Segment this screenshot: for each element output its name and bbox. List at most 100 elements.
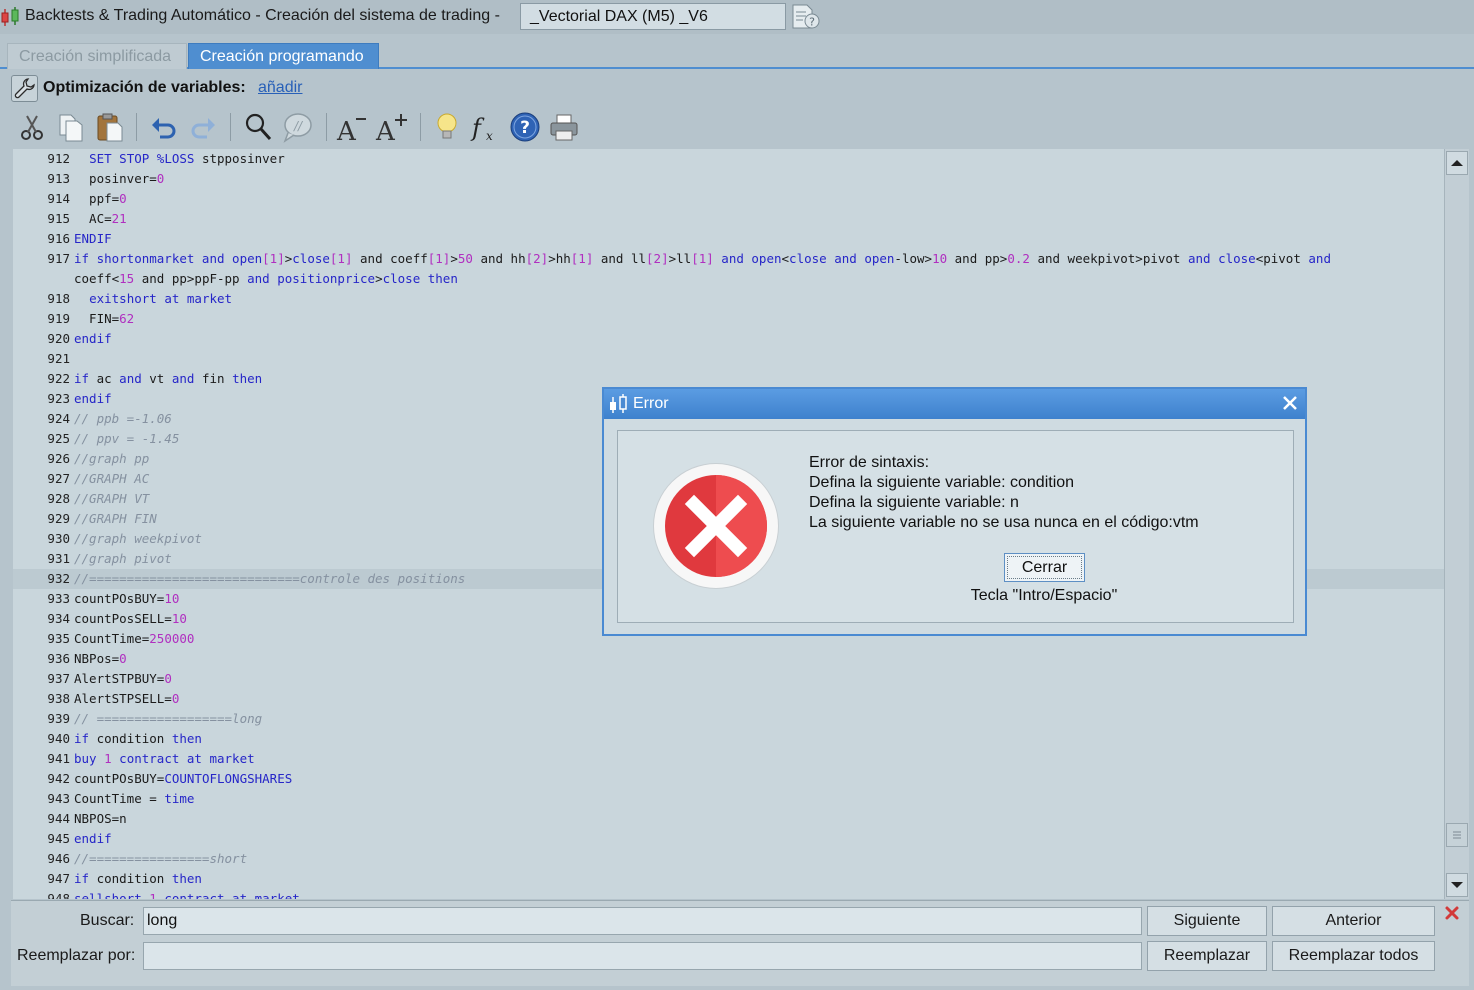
search-icon[interactable] bbox=[242, 111, 274, 143]
code-line[interactable]: if shortonmarket and open[1]>close[1] an… bbox=[74, 249, 1331, 269]
code-line[interactable]: countPosSELL=10 bbox=[74, 609, 187, 629]
document-help-icon[interactable]: ? bbox=[791, 3, 821, 31]
window-title: Backtests & Trading Automático - Creació… bbox=[25, 7, 500, 24]
code-line[interactable]: endif bbox=[74, 389, 112, 409]
code-line[interactable]: //============================controle d… bbox=[74, 569, 465, 589]
find-label: Buscar: bbox=[80, 912, 135, 929]
vertical-scrollbar[interactable] bbox=[1444, 149, 1469, 899]
redo-icon[interactable] bbox=[187, 111, 219, 143]
find-input[interactable]: long bbox=[143, 907, 1142, 935]
replace-button[interactable]: Reemplazar bbox=[1147, 941, 1267, 971]
find-next-button[interactable]: Siguiente bbox=[1147, 906, 1267, 936]
print-icon[interactable] bbox=[548, 111, 580, 143]
close-dialog-button[interactable]: Cerrar bbox=[1004, 553, 1085, 582]
system-name-field[interactable]: _Vectorial DAX (M5) _V6 bbox=[520, 3, 786, 30]
code-line[interactable]: CountTime=250000 bbox=[74, 629, 194, 649]
code-line[interactable]: buy 1 contract at market bbox=[74, 749, 255, 769]
copy-icon[interactable] bbox=[55, 111, 87, 143]
scroll-up-button[interactable] bbox=[1446, 151, 1468, 175]
code-line[interactable]: exitshort at market bbox=[74, 289, 232, 309]
code-line[interactable]: NBPos=0 bbox=[74, 649, 127, 669]
decrease-font-icon[interactable]: A bbox=[336, 111, 368, 143]
svg-text:A: A bbox=[375, 117, 396, 143]
code-line[interactable]: //graph weekpivot bbox=[74, 529, 202, 549]
code-token: 10 bbox=[171, 611, 187, 626]
increase-font-icon[interactable]: A bbox=[375, 111, 407, 143]
error-icon bbox=[653, 463, 779, 589]
scroll-down-button[interactable] bbox=[1446, 873, 1468, 897]
code-line[interactable]: coeff<15 and pp>ppF-pp and positionprice… bbox=[74, 269, 458, 289]
code-line[interactable]: ppf=0 bbox=[74, 189, 127, 209]
add-variable-link[interactable]: añadir bbox=[258, 79, 302, 97]
code-line[interactable]: //graph pp bbox=[74, 449, 149, 469]
code-line[interactable]: FIN=62 bbox=[74, 309, 134, 329]
line-number: 912 bbox=[47, 151, 70, 166]
close-search-icon[interactable] bbox=[1444, 905, 1460, 921]
help-icon[interactable]: ? bbox=[509, 111, 541, 143]
code-line[interactable]: if ac and vt and fin then bbox=[74, 369, 262, 389]
code-line[interactable]: AlertSTPBUY=0 bbox=[74, 669, 172, 689]
code-line[interactable]: //graph pivot bbox=[74, 549, 172, 569]
code-line[interactable]: // ppv = -1.45 bbox=[74, 429, 179, 449]
code-token: 10 bbox=[932, 251, 948, 266]
code-line[interactable]: posinver=0 bbox=[74, 169, 164, 189]
wrench-icon[interactable] bbox=[11, 75, 38, 102]
line-number: 933 bbox=[47, 591, 70, 606]
find-previous-button[interactable]: Anterior bbox=[1272, 906, 1435, 936]
tab-simplified-creation[interactable]: Creación simplificada bbox=[7, 43, 187, 69]
undo-icon[interactable] bbox=[148, 111, 180, 143]
code-token: [1] bbox=[570, 251, 594, 266]
line-number: 939 bbox=[47, 711, 70, 726]
error-message-line: La siguiente variable no se usa nunca en… bbox=[809, 514, 1199, 531]
code-token: and bbox=[1308, 251, 1331, 266]
scroll-thumb[interactable] bbox=[1446, 823, 1468, 847]
code-line[interactable]: endif bbox=[74, 329, 112, 349]
code-line[interactable]: endif bbox=[74, 829, 112, 849]
dialog-title-bar[interactable]: Error bbox=[604, 389, 1305, 419]
code-line[interactable]: //================short bbox=[74, 849, 247, 869]
code-line[interactable]: // ppb =-1.06 bbox=[74, 409, 172, 429]
code-token: pp>ppF-pp bbox=[164, 271, 248, 286]
line-number: 941 bbox=[47, 751, 70, 766]
code-token: 21 bbox=[111, 211, 127, 226]
line-number: 945 bbox=[47, 831, 70, 846]
code-line[interactable]: countPOsBUY=10 bbox=[74, 589, 179, 609]
comment-icon[interactable]: // bbox=[281, 111, 313, 143]
tab-programming-creation[interactable]: Creación programando bbox=[188, 43, 379, 69]
close-icon[interactable] bbox=[1282, 395, 1298, 411]
code-token: AlertSTPBUY= bbox=[74, 671, 165, 686]
code-token: and bbox=[119, 371, 142, 386]
code-line[interactable]: // ==================long bbox=[74, 709, 262, 729]
code-line[interactable]: countPOsBUY=COUNTOFLONGSHARES bbox=[74, 769, 292, 789]
code-line[interactable]: CountTime = time bbox=[74, 789, 194, 809]
code-token: [1] bbox=[262, 251, 285, 266]
code-token: SET STOP %LOSS bbox=[89, 151, 195, 166]
code-line[interactable]: AC=21 bbox=[74, 209, 127, 229]
code-line[interactable]: ENDIF bbox=[74, 229, 112, 249]
code-line[interactable]: if condition then bbox=[74, 869, 202, 889]
code-token: stpposinver bbox=[194, 151, 285, 166]
code-token: if bbox=[74, 371, 90, 386]
code-token: if bbox=[74, 871, 90, 886]
code-line[interactable]: AlertSTPSELL=0 bbox=[74, 689, 179, 709]
paste-icon[interactable] bbox=[94, 111, 126, 143]
code-line[interactable]: //GRAPH FIN bbox=[74, 509, 157, 529]
code-line[interactable]: if condition then bbox=[74, 729, 202, 749]
code-token: 10 bbox=[164, 591, 180, 606]
function-icon[interactable]: f x bbox=[469, 111, 501, 143]
cut-icon[interactable] bbox=[16, 111, 48, 143]
code-line[interactable]: sellshort 1 contract at market bbox=[74, 889, 300, 899]
replace-input[interactable] bbox=[143, 942, 1142, 970]
code-line[interactable]: SET STOP %LOSS stpposinver bbox=[74, 149, 285, 169]
replace-all-button[interactable]: Reemplazar todos bbox=[1272, 941, 1435, 971]
line-number: 936 bbox=[47, 651, 70, 666]
code-token: 0.2 bbox=[1007, 251, 1030, 266]
line-number: 922 bbox=[47, 371, 70, 386]
code-token: and bbox=[134, 271, 165, 286]
line-number: 948 bbox=[47, 891, 70, 899]
code-line[interactable]: //GRAPH VT bbox=[74, 489, 149, 509]
code-line[interactable]: //GRAPH AC bbox=[74, 469, 149, 489]
code-line[interactable]: NBPOS=n bbox=[74, 809, 127, 829]
idea-bulb-icon[interactable] bbox=[431, 111, 463, 143]
